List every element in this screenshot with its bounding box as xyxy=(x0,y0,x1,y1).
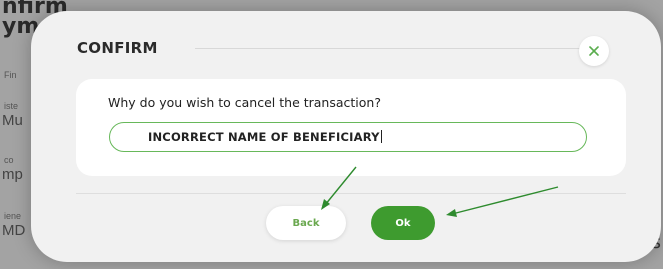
ok-button-label: Ok xyxy=(395,217,411,229)
footer-divider xyxy=(76,193,626,194)
screen: nfirm ym Fin iste Mu co mp iene MD s CON… xyxy=(0,0,663,269)
close-x-icon xyxy=(589,46,599,56)
background-value: mp xyxy=(2,166,23,183)
cancel-reason-text: INCORRECT NAME OF BENEFICIARY xyxy=(148,130,380,144)
background-label: iste xyxy=(4,101,19,111)
cancel-reason-question: Why do you wish to cancel the transactio… xyxy=(108,95,381,110)
background-label: Fin xyxy=(4,70,17,80)
dialog-title: CONFIRM xyxy=(77,39,158,57)
reason-card: Why do you wish to cancel the transactio… xyxy=(76,79,626,176)
background-label: co xyxy=(4,155,14,165)
ok-button[interactable]: Ok xyxy=(371,206,435,240)
close-button[interactable] xyxy=(579,36,609,66)
cancel-reason-input[interactable]: INCORRECT NAME OF BENEFICIARY xyxy=(109,122,587,152)
text-caret xyxy=(380,130,382,143)
cancel-reason-value: INCORRECT NAME OF BENEFICIARY xyxy=(148,130,382,144)
background-label: iene xyxy=(4,211,22,221)
back-button-label: Back xyxy=(292,217,320,229)
background-value: MD xyxy=(2,222,26,239)
header-divider xyxy=(195,48,607,49)
confirm-dialog: CONFIRM Why do you wish to cancel the tr… xyxy=(31,11,661,262)
dialog-header: CONFIRM xyxy=(77,37,617,61)
background-value: Mu xyxy=(2,112,23,129)
back-button[interactable]: Back xyxy=(266,206,346,240)
